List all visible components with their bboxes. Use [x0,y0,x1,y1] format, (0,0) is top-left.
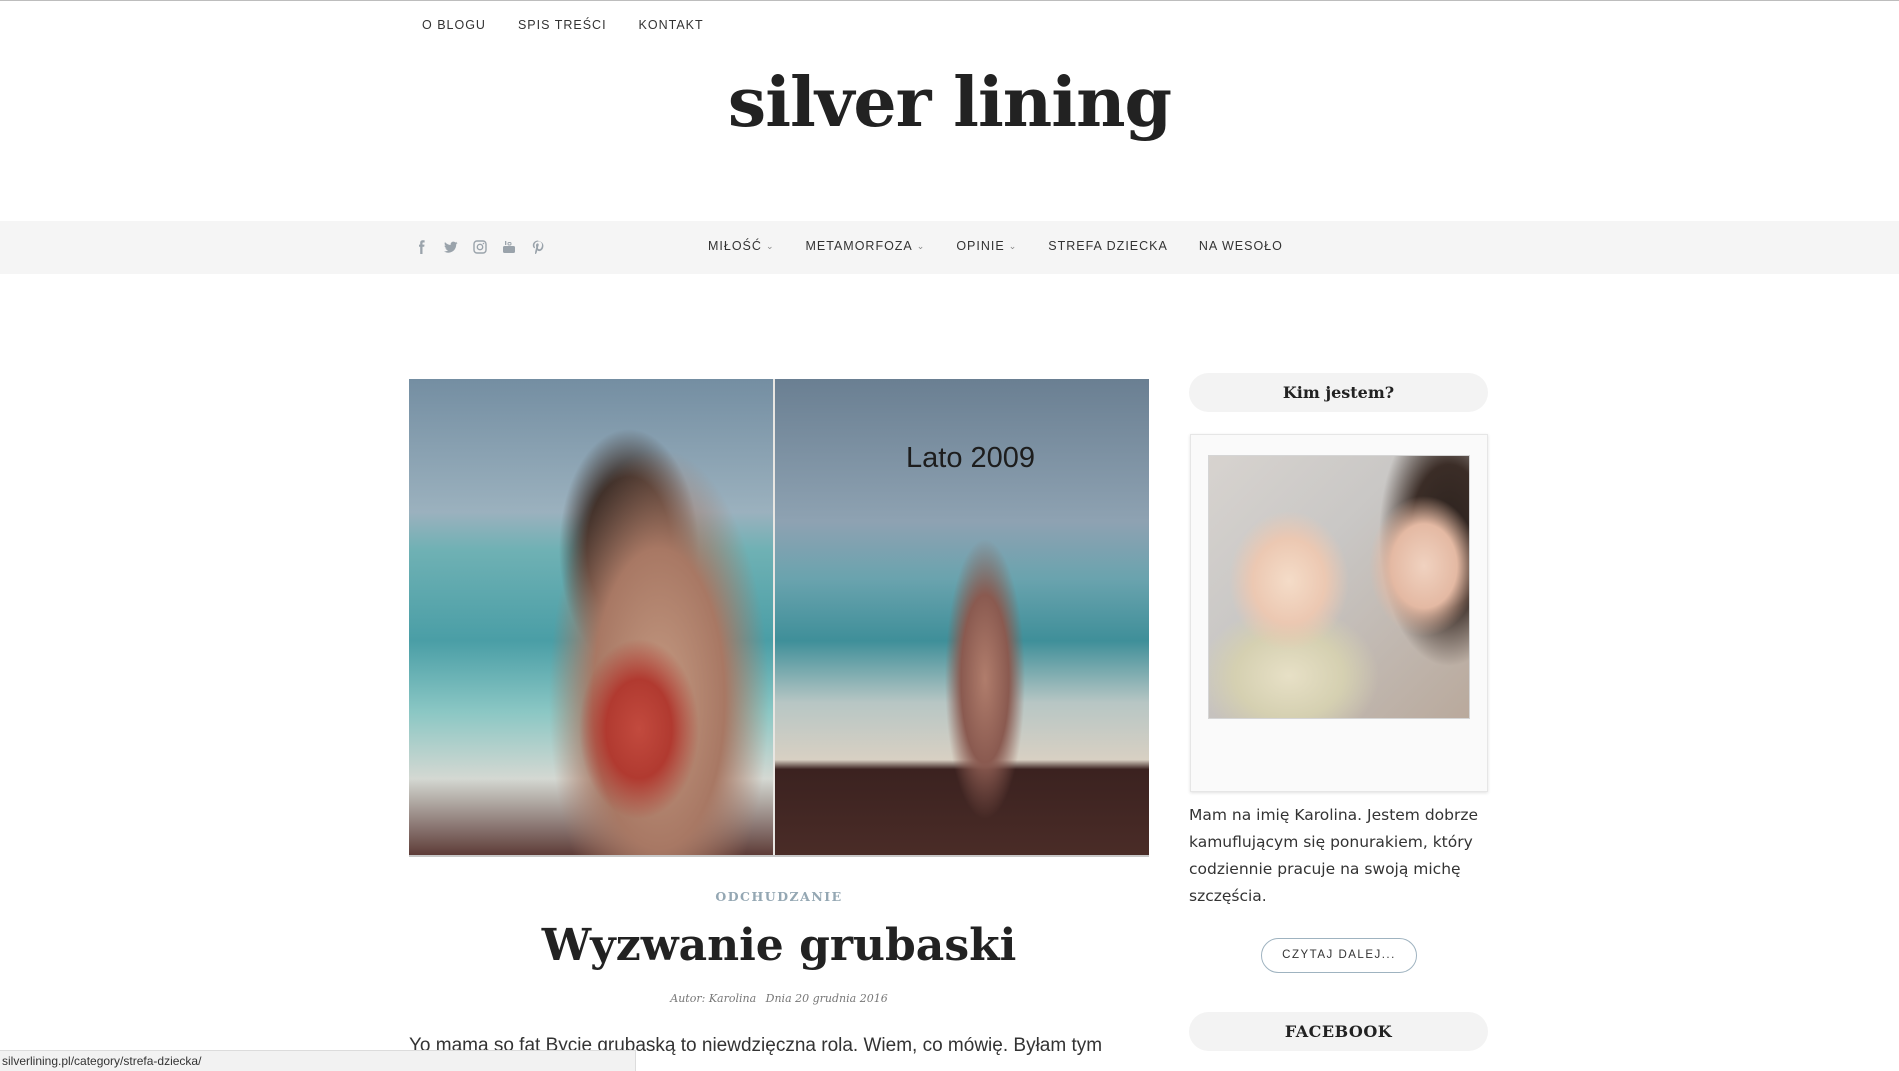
menu-item-na-wesolo[interactable]: NA WESOŁO [1199,239,1283,253]
about-photo-frame [1190,434,1488,792]
about-widget-title: Kim jestem? [1189,373,1488,412]
menu-item-label: STREFA DZIECKA [1048,239,1168,253]
chevron-down-icon: ⌄ [765,240,775,251]
social-icons [414,239,546,255]
main-menu: MIŁOŚĆ ⌄ METAMORFOZA ⌄ OPINIE ⌄ STREFA D… [708,239,1283,253]
menu-item-opinie[interactable]: OPINIE ⌄ [956,239,1017,253]
top-nav: O BLOGU SPIS TREŚCI KONTAKT [422,18,704,32]
about-text: Mam na imię Karolina. Jestem dobrze kamu… [1189,806,1479,905]
menu-item-milosc[interactable]: MIŁOŚĆ ⌄ [708,239,774,253]
site-title[interactable]: silver lining [0,58,1899,148]
menu-item-strefa-dziecka[interactable]: STREFA DZIECKA [1048,239,1168,253]
menu-item-label: NA WESOŁO [1198,239,1283,253]
main-nav-bar: MIŁOŚĆ ⌄ METAMORFOZA ⌄ OPINIE ⌄ STREFA D… [0,221,1899,274]
menu-item-label: MIŁOŚĆ [708,239,762,253]
image-caption: Lato 2009 [906,442,1036,474]
image-shadow [409,855,1149,857]
facebook-icon[interactable] [414,239,430,255]
menu-item-label: OPINIE [956,239,1005,253]
menu-item-label: METAMORFOZA [805,239,913,253]
photo-left [409,379,773,855]
post-category-link[interactable]: ODCHUDZANIE [409,889,1149,904]
top-nav-contents[interactable]: SPIS TREŚCI [518,18,607,32]
chevron-down-icon: ⌄ [916,240,926,251]
post-featured-image[interactable]: Lato 2009 [409,379,1149,857]
read-more-button[interactable]: CZYTAJ DALEJ... [1261,938,1417,973]
post-meta: Autor: Karolina Dnia 20 grudnia 2016 [409,992,1149,1005]
instagram-icon[interactable] [472,239,488,255]
facebook-widget-title: FACEBOOK [1189,1012,1488,1051]
top-nav-about[interactable]: O BLOGU [422,18,486,32]
top-nav-contact[interactable]: KONTAKT [639,18,704,32]
twitter-icon[interactable] [443,239,459,255]
post-date: Dnia 20 grudnia 2016 [765,992,888,1005]
pinterest-icon[interactable] [530,239,546,255]
post-title[interactable]: Wyzwanie grubaski [409,918,1149,974]
top-border [0,0,1899,1]
menu-item-metamorfoza[interactable]: METAMORFOZA ⌄ [805,239,925,253]
chevron-down-icon: ⌄ [1008,240,1018,251]
about-photo [1208,455,1470,719]
post-author: Autor: Karolina [670,992,757,1005]
youtube-icon[interactable] [501,239,517,255]
status-bar-url: silverlining.pl/category/strefa-dziecka/ [0,1050,636,1071]
